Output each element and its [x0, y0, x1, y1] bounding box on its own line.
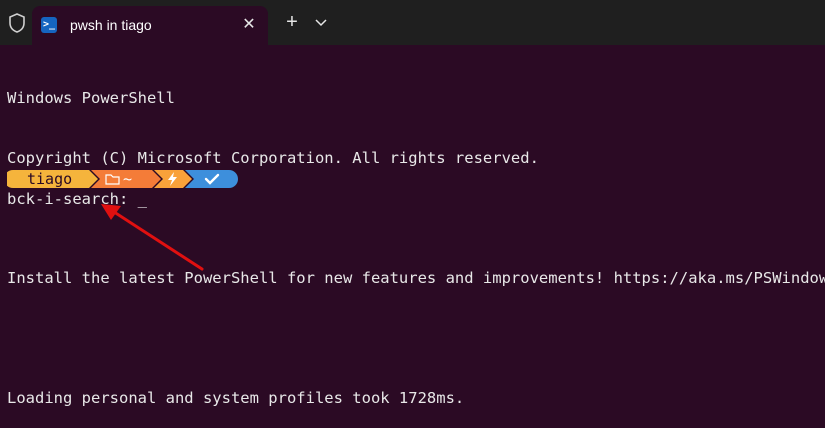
- prompt-path: ~: [123, 170, 132, 188]
- chevron-down-icon[interactable]: [313, 13, 329, 31]
- terminal-line: Copyright (C) Microsoft Corporation. All…: [7, 149, 539, 167]
- terminal-line: Windows PowerShell: [7, 89, 175, 107]
- new-tab-button[interactable]: +: [282, 12, 302, 32]
- prompt-user: tiago: [27, 170, 72, 188]
- prompt-status-segment: [185, 170, 238, 188]
- tab-title: pwsh in tiago: [70, 17, 152, 33]
- powershell-icon: >_: [41, 17, 57, 33]
- tab-bar: >_ pwsh in tiago ✕ +: [0, 0, 825, 45]
- tab-pwsh[interactable]: >_ pwsh in tiago ✕: [32, 6, 268, 45]
- shell-prompt: tiago ~: [7, 169, 247, 188]
- annotation-arrow-icon: [101, 204, 204, 271]
- shield-icon: [9, 13, 25, 33]
- terminal-line: Loading personal and system profiles too…: [7, 389, 465, 407]
- close-icon[interactable]: ✕: [240, 16, 258, 34]
